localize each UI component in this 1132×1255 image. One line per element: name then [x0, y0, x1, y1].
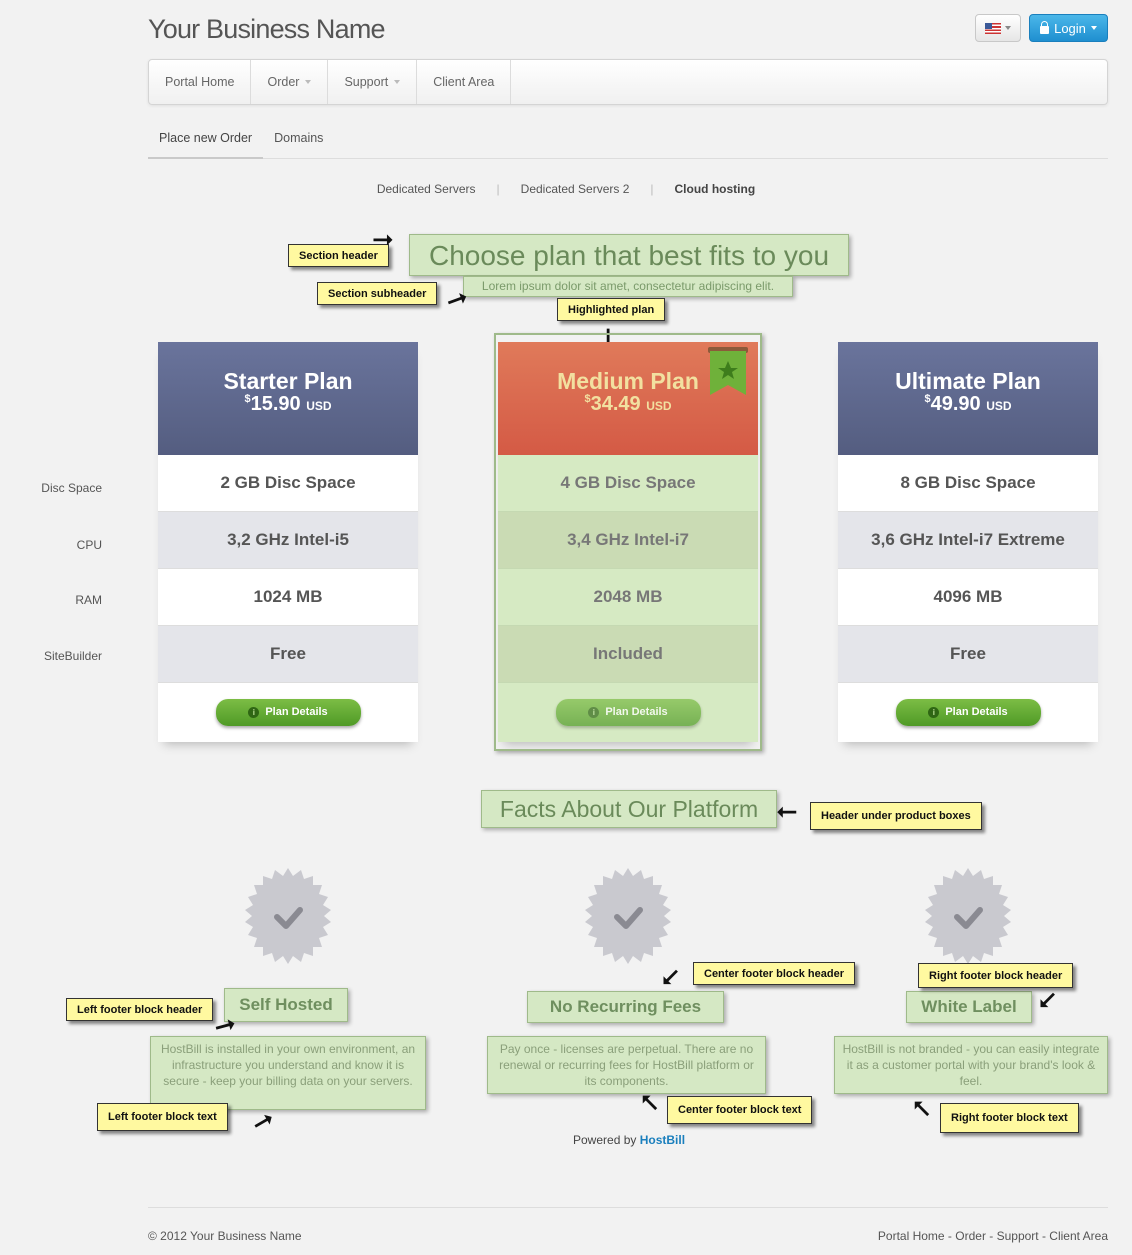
feature-disc-space: 2 GB Disc Space: [158, 455, 418, 512]
row-label-ram: RAM: [75, 593, 102, 607]
plan-card-ultimate: Ultimate Plan $49.90 USD 8 GB Disc Space…: [838, 342, 1098, 742]
facts-title: Facts About Our Platform: [481, 790, 777, 828]
nav-label: Order: [267, 75, 300, 89]
nav-label: Portal Home: [165, 75, 235, 89]
chevron-down-icon: [1090, 26, 1097, 30]
left-footer-header: Self Hosted: [224, 988, 348, 1022]
button-label: Plan Details: [945, 706, 1008, 718]
feature-cpu: 3,2 GHz Intel-i5: [158, 512, 418, 569]
info-icon: i: [248, 706, 260, 718]
feature-cpu: 3,6 GHz Intel-i7 Extreme: [838, 512, 1098, 569]
note-section-subheader: Section subheader: [317, 282, 438, 305]
arrow-right-icon: ➞: [372, 224, 394, 254]
site-brand[interactable]: Your Business Name: [148, 14, 386, 45]
note-center-footer-header: Center footer block header: [693, 962, 855, 985]
plan-details-button[interactable]: i Plan Details: [215, 698, 361, 726]
note-highlighted-plan: Highlighted plan: [557, 298, 666, 321]
nav-order[interactable]: Order: [251, 60, 329, 104]
currency-code: USD: [306, 399, 332, 413]
plan-name: Starter Plan: [223, 368, 353, 394]
arrow-down-left-icon: ➞: [1029, 982, 1067, 1020]
us-flag-icon: [985, 22, 1001, 34]
nav-label: Client Area: [433, 75, 495, 89]
center-footer-header: No Recurring Fees: [527, 991, 724, 1023]
feature-ram: 4096 MB: [838, 569, 1098, 626]
section-subtitle: Lorem ipsum dolor sit amet, consectetur …: [463, 276, 793, 297]
nav-label: Support: [344, 75, 389, 89]
plan-footer: i Plan Details: [838, 683, 1098, 741]
row-label-sitebuilder: SiteBuilder: [43, 649, 102, 663]
chevron-down-icon: [394, 80, 401, 84]
feature-sitebuilder: Free: [158, 626, 418, 683]
featured-ribbon-icon: [708, 347, 748, 395]
lock-icon: [1040, 20, 1050, 34]
note-header-under-boxes: Header under product boxes: [810, 802, 982, 830]
powered-by: Powered by HostBill: [573, 1133, 685, 1147]
plan-header: Ultimate Plan $49.90 USD: [838, 342, 1098, 455]
tab-place-new-order[interactable]: Place new Order: [148, 118, 264, 159]
tab-domains[interactable]: Domains: [263, 118, 334, 158]
right-footer-header: White Label: [906, 991, 1032, 1023]
feature-ram: 1024 MB: [158, 569, 418, 626]
plan-price: $15.90 USD: [158, 393, 418, 416]
note-left-footer-header: Left footer block header: [66, 998, 214, 1021]
copyright: © 2012 Your Business Name: [148, 1229, 302, 1243]
plan-footer: i Plan Details: [158, 683, 418, 741]
price-value: 15.90: [250, 393, 301, 415]
feature-disc-space: 8 GB Disc Space: [838, 455, 1098, 512]
arrow-up-left-icon: ➞: [902, 1090, 940, 1128]
button-label: Plan Details: [265, 706, 328, 718]
plan-header: Starter Plan $15.90 USD: [158, 342, 418, 455]
check-badge-icon: [925, 868, 1011, 964]
check-badge-icon: [245, 868, 331, 964]
note-center-footer-text: Center footer block text: [667, 1096, 813, 1124]
info-icon: i: [928, 706, 940, 718]
plan-details-button[interactable]: i Plan Details: [895, 698, 1041, 726]
category-dedicated-servers[interactable]: Dedicated Servers: [356, 182, 497, 196]
section-title: Choose plan that best fits to you: [409, 234, 849, 276]
price-value: 49.90: [930, 393, 981, 415]
left-footer-text: HostBill is installed in your own enviro…: [150, 1036, 426, 1110]
plan-card-starter: Starter Plan $15.90 USD 2 GB Disc Space …: [158, 342, 418, 742]
row-label-disc-space: Disc Space: [41, 481, 102, 495]
chevron-down-icon: [305, 80, 312, 84]
powered-brand-link[interactable]: HostBill: [640, 1133, 685, 1147]
row-label-cpu: CPU: [76, 538, 102, 552]
nav-portal-home[interactable]: Portal Home: [149, 60, 252, 104]
login-label: Login: [1054, 20, 1086, 36]
chevron-down-icon: [1005, 26, 1011, 30]
note-right-footer-header: Right footer block header: [918, 963, 1074, 988]
order-subtabs: Place new Order Domains: [148, 118, 1108, 159]
footer-links[interactable]: Portal Home - Order - Support - Client A…: [878, 1229, 1108, 1243]
plan-name: Ultimate Plan: [895, 368, 1041, 394]
right-footer-text: HostBill is not branded - you can easily…: [834, 1036, 1108, 1094]
nav-support[interactable]: Support: [328, 60, 418, 104]
footer-divider: [148, 1207, 1108, 1208]
note-right-footer-text: Right footer block text: [940, 1103, 1079, 1133]
category-list: Dedicated Servers | Dedicated Servers 2 …: [0, 182, 1132, 196]
category-dedicated-servers-2[interactable]: Dedicated Servers 2: [500, 182, 651, 196]
currency-code: USD: [986, 399, 1012, 413]
arrow-left-icon: ➞: [776, 798, 798, 828]
language-selector[interactable]: [975, 14, 1021, 42]
center-footer-text: Pay once - licenses are perpetual. There…: [487, 1036, 766, 1094]
powered-prefix: Powered by: [573, 1133, 637, 1147]
check-badge-icon: [585, 868, 671, 964]
nav-client-area[interactable]: Client Area: [417, 60, 512, 104]
feature-sitebuilder: Free: [838, 626, 1098, 683]
plan-price: $49.90 USD: [838, 393, 1098, 416]
main-navbar: Portal Home Order Support Client Area: [148, 59, 1108, 105]
category-cloud-hosting[interactable]: Cloud hosting: [654, 182, 777, 196]
login-button[interactable]: Login: [1029, 14, 1108, 42]
note-left-footer-text: Left footer block text: [97, 1103, 228, 1131]
